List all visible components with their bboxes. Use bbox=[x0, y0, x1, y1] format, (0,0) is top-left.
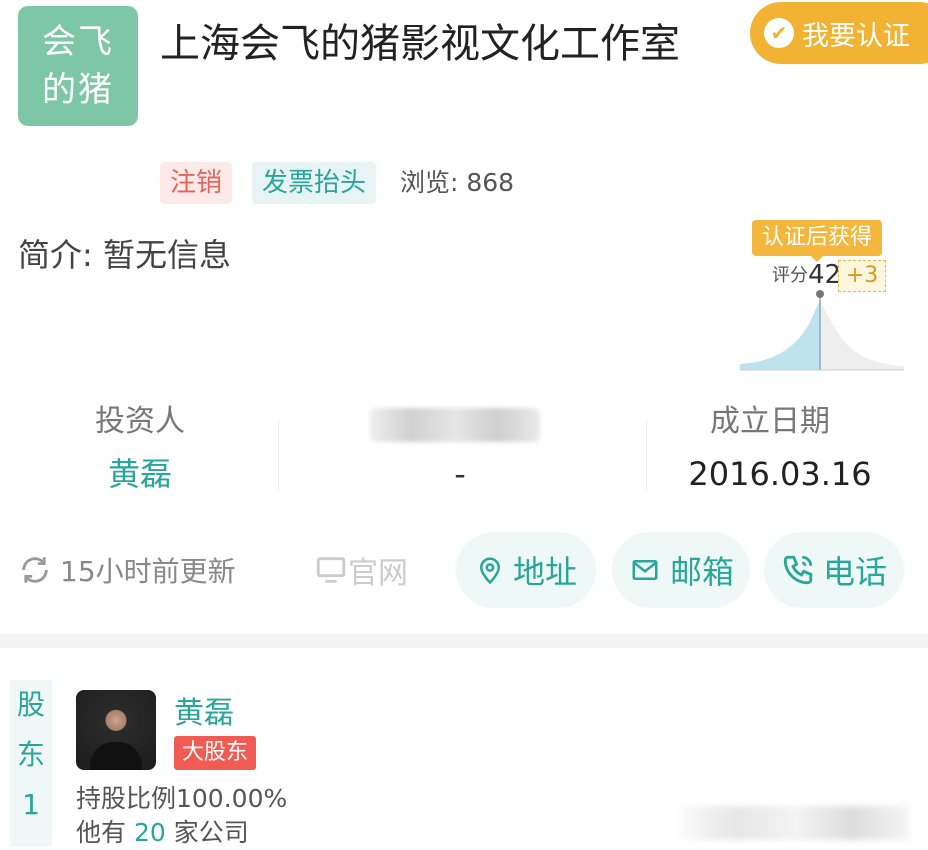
shareholder-index: 股 东 1 bbox=[10, 680, 52, 846]
email-label: 邮箱 bbox=[669, 553, 734, 591]
location-pin-icon bbox=[479, 557, 500, 585]
invoice-header-tag[interactable]: 发票抬头 bbox=[252, 162, 377, 204]
avatar[interactable] bbox=[76, 690, 156, 770]
logo-text-line1: 会飞 bbox=[42, 22, 114, 62]
mail-icon bbox=[632, 560, 658, 580]
shareholder-index-char: 东 bbox=[16, 738, 45, 771]
share-ratio: 持股比例100.00% bbox=[76, 784, 288, 813]
monitor-icon bbox=[316, 557, 346, 583]
phone-label: 电话 bbox=[822, 553, 887, 591]
established-date-value: 2016.03.16 bbox=[688, 455, 872, 493]
view-count: 浏览: 868 bbox=[400, 168, 515, 197]
related-companies-suffix: 家公司 bbox=[165, 818, 249, 847]
website-link[interactable]: 官网 bbox=[314, 548, 408, 592]
related-companies[interactable]: 他有 20 家公司 bbox=[76, 816, 249, 850]
certify-button-label: 我要认证 bbox=[802, 20, 910, 52]
major-shareholder-badge: 大股东 bbox=[174, 736, 257, 770]
score-distribution-chart[interactable] bbox=[736, 286, 908, 376]
address-button[interactable]: 地址 bbox=[456, 532, 596, 608]
company-intro: 简介: 暂无信息 bbox=[18, 236, 231, 274]
company-name: 上海会飞的猪影视文化工作室 bbox=[160, 21, 680, 67]
refresh-icon bbox=[22, 557, 48, 583]
status-tag: 注销 bbox=[160, 162, 233, 204]
section-divider bbox=[0, 634, 928, 648]
email-button[interactable]: 邮箱 bbox=[612, 532, 750, 608]
blurred-label bbox=[370, 408, 540, 442]
watermark bbox=[680, 806, 910, 840]
check-shield-icon: ✔ bbox=[764, 18, 794, 48]
shareholder-index-char: 股 bbox=[16, 688, 45, 721]
update-time[interactable]: 15小时前更新 bbox=[18, 548, 236, 592]
shareholder-index-number: 1 bbox=[22, 788, 40, 821]
established-date-label: 成立日期 bbox=[710, 404, 830, 439]
phone-icon bbox=[783, 555, 813, 585]
investor-value[interactable]: 黄磊 bbox=[40, 452, 240, 496]
related-companies-count: 20 bbox=[133, 818, 166, 847]
logo-text-line2: 的猪 bbox=[42, 70, 114, 110]
certify-button[interactable]: ✔ 我要认证 bbox=[750, 2, 928, 64]
shareholder-name[interactable]: 黄磊 bbox=[174, 694, 234, 734]
website-label: 官网 bbox=[348, 556, 408, 591]
related-companies-prefix: 他有 bbox=[76, 818, 134, 847]
address-label: 地址 bbox=[512, 553, 577, 591]
divider bbox=[646, 420, 647, 490]
score-badge[interactable]: 认证后获得 bbox=[752, 220, 883, 262]
update-time-label: 15小时前更新 bbox=[60, 555, 236, 588]
phone-button[interactable]: 电话 bbox=[764, 532, 904, 608]
investor-label: 投资人 bbox=[95, 404, 185, 439]
middle-value: - bbox=[454, 455, 466, 493]
company-logo: 会飞 的猪 bbox=[18, 6, 138, 126]
divider bbox=[278, 420, 279, 490]
